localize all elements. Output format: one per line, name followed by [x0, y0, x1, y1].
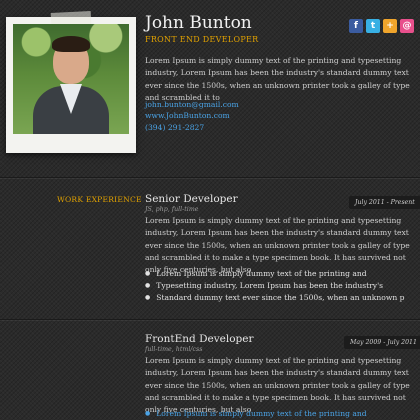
social-links: f t + @ [349, 19, 414, 33]
list-item[interactable]: Lorem Ipsum is simply dummy text of the … [145, 408, 366, 420]
job-bullets: Lorem Ipsum is simply dummy text of the … [145, 268, 405, 305]
job-tags: full-time, html/css [145, 346, 203, 353]
email-link[interactable]: john.bunton@gmail.com [145, 99, 239, 110]
job-title: FrontEnd Developer [145, 333, 254, 345]
phone-number: (394) 291-2827 [145, 122, 205, 132]
website-link[interactable]: www.JohnBunton.com [145, 110, 239, 121]
section-divider [0, 177, 420, 178]
twitter-icon[interactable]: t [366, 19, 380, 33]
list-item: Typesetting industry, Lorem Ipsum has be… [145, 280, 405, 292]
job-dates-badge: July 2011 - Present [349, 196, 420, 209]
facebook-icon[interactable]: f [349, 19, 363, 33]
profile-role: FRONT END DEVELOPER [145, 35, 259, 44]
job-divider [0, 319, 420, 320]
list-item: Lorem Ipsum is simply dummy text of the … [145, 268, 405, 280]
dribbble-icon[interactable]: @ [400, 19, 414, 33]
list-item: Standard dummy text ever since the 1500s… [145, 292, 404, 304]
profile-intro: Lorem Ipsum is simply dummy text of the … [145, 56, 410, 102]
contact-info: john.bunton@gmail.com www.JohnBunton.com… [145, 99, 239, 133]
profile-photo [13, 24, 129, 134]
job-title: Senior Developer [145, 193, 238, 205]
job-dates-badge: May 2009 - July 2011 [344, 336, 420, 349]
job-bullets: Lorem Ipsum is simply dummy text of the … [145, 408, 366, 420]
profile-name: John Bunton [145, 13, 252, 33]
job-tags: JS, php, full-time [145, 206, 199, 213]
profile-photo-frame [6, 10, 136, 153]
work-experience-heading: WORK EXPERIENCE [57, 195, 142, 204]
delicious-icon[interactable]: + [383, 19, 397, 33]
